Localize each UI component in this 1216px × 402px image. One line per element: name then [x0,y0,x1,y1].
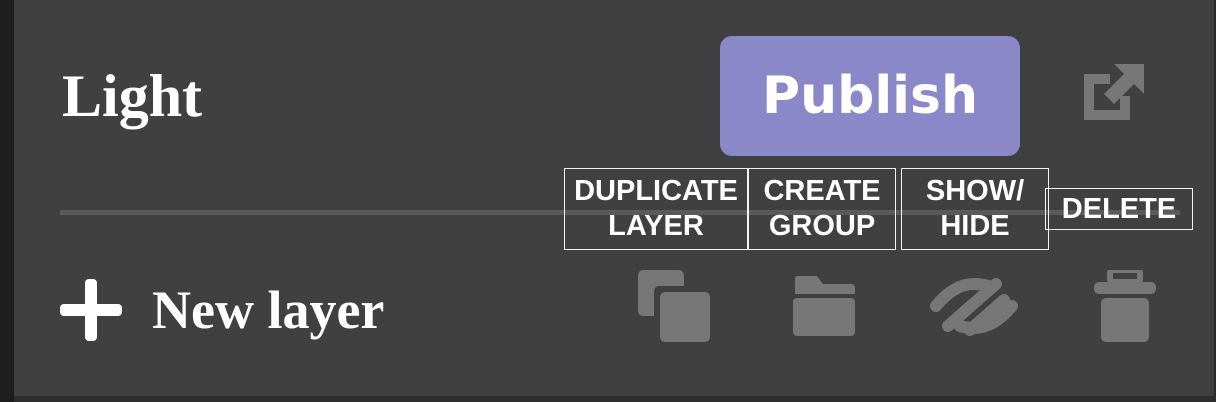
panel-bottom-edge [14,396,1216,402]
new-layer-label: New layer [152,280,385,340]
tooltip-show-hide: SHOW/ HIDE [901,168,1049,250]
new-layer-button[interactable]: New layer [60,272,384,348]
tooltip-create-group: CREATE GROUP [748,168,896,250]
tooltip-delete: DELETE [1045,188,1193,230]
folder-icon[interactable] [793,276,857,336]
trash-icon[interactable] [1094,267,1156,342]
plus-icon [60,279,122,341]
external-link-icon[interactable] [1078,60,1148,126]
page-title: Light [62,63,203,129]
tooltip-duplicate-layer: DUPLICATE LAYER [564,168,748,250]
duplicate-icon[interactable] [638,270,712,342]
publish-button[interactable]: Publish [720,36,1020,156]
eye-slash-icon[interactable] [930,276,1018,336]
